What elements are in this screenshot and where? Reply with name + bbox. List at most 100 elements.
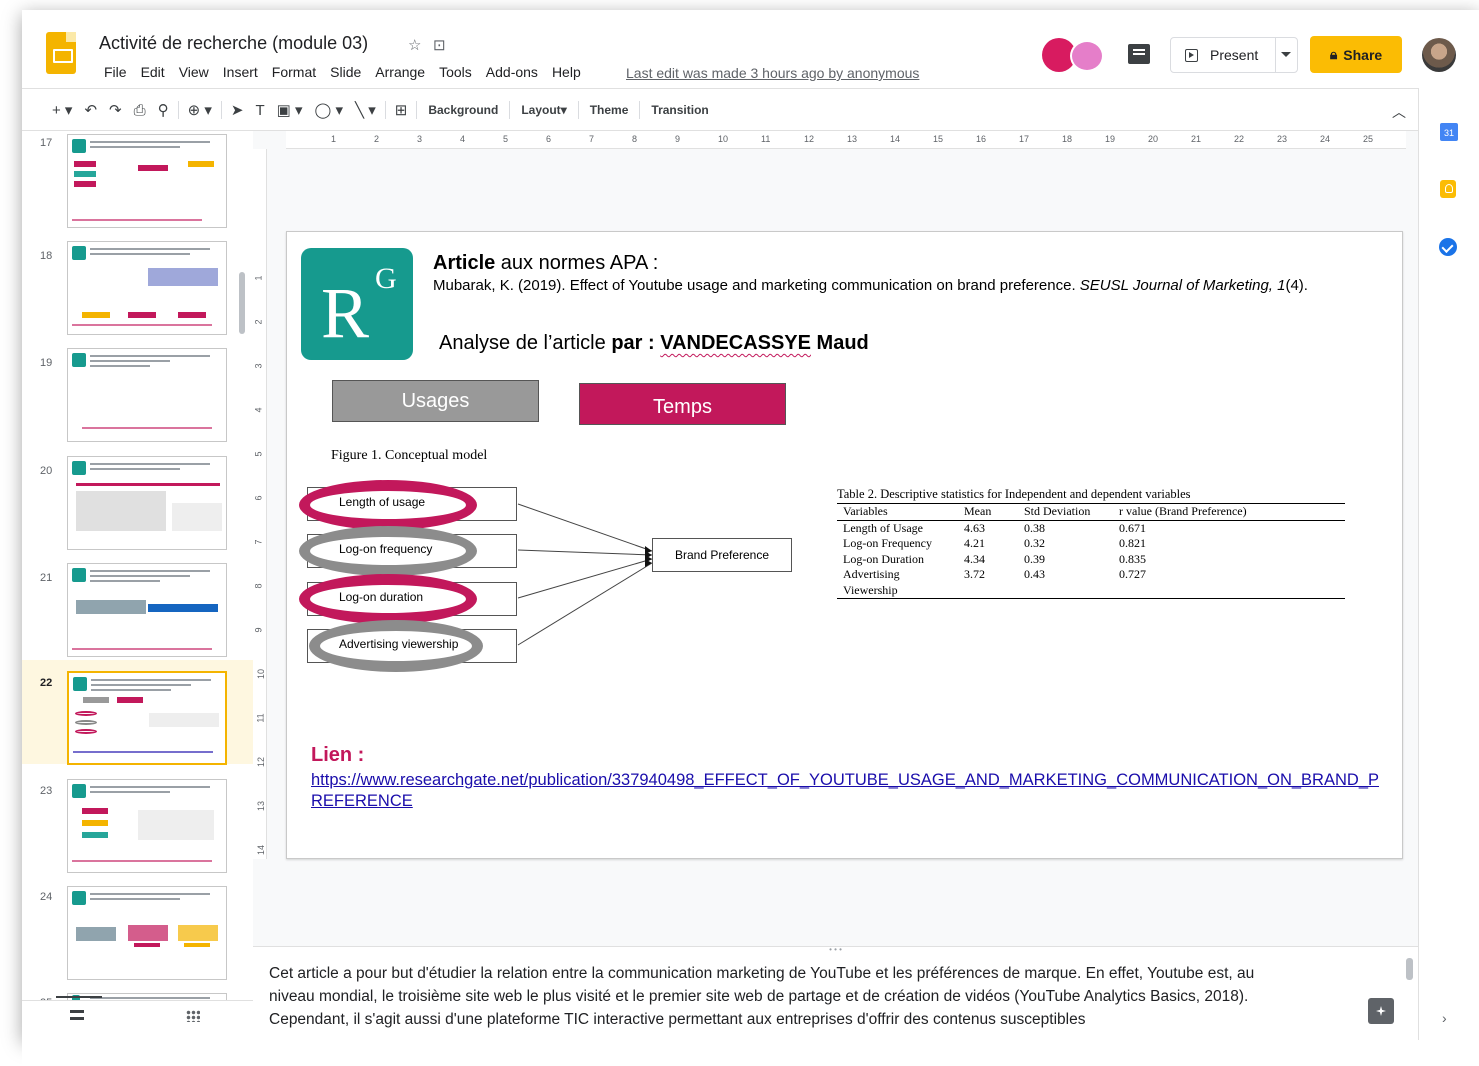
table-row: Advertising 3.72 0.43 0.727 [837, 567, 1345, 583]
move-folder-icon[interactable]: ⊡ [433, 36, 446, 54]
ruler-tick-label: 17 [1019, 134, 1030, 144]
grid-view-icon[interactable] [186, 1010, 200, 1022]
toolbar-divider [416, 101, 418, 119]
slide-canvas[interactable]: R G Article aux normes APA : Mubarak, K.… [286, 231, 1403, 859]
view-selected-underline [56, 996, 102, 998]
slides-logo-icon[interactable] [46, 32, 76, 74]
menu-tools[interactable]: Tools [432, 64, 479, 80]
toolbar-divider [577, 101, 579, 119]
reference-journal: SEUSL Journal of Marketing, 1 [1079, 277, 1286, 294]
menu-format[interactable]: Format [265, 64, 323, 80]
shape-icon[interactable]: ◯ ▾ [309, 101, 349, 119]
filmstrip-view-switcher [22, 1000, 253, 1040]
slide-thumbnail[interactable] [67, 563, 227, 657]
new-slide-icon[interactable]: + ▾ [46, 101, 78, 119]
share-button[interactable]: 🔒︎ Share [1310, 36, 1402, 73]
text-box-icon[interactable]: T [249, 102, 270, 119]
ruler-tick-label: 11 [761, 134, 771, 144]
notes-scrollbar[interactable] [1406, 958, 1413, 980]
slide-thumbnail[interactable] [67, 348, 227, 442]
menu-edit[interactable]: Edit [134, 64, 172, 80]
article-heading-rest: aux normes APA : [495, 252, 659, 274]
redo-icon[interactable]: ↷ [103, 101, 128, 119]
slide-number: 21 [40, 572, 53, 584]
undo-icon[interactable]: ↶ [78, 101, 103, 119]
menu-addons[interactable]: Add-ons [479, 64, 545, 80]
comment-add-icon[interactable]: ⊞ [389, 101, 414, 119]
user-avatar[interactable] [1422, 38, 1456, 72]
chevron-right-icon[interactable]: › [1442, 1010, 1447, 1026]
article-heading: Article aux normes APA : [433, 252, 658, 275]
print-icon[interactable]: ⎙ [128, 102, 152, 119]
slide-thumbnail[interactable] [67, 241, 227, 335]
chevron-down-icon[interactable] [1281, 52, 1291, 57]
slide-number: 19 [40, 357, 53, 369]
slide-filmstrip[interactable]: 17 18 19 20 21 22 23 24 [22, 131, 253, 1011]
researchgate-logo: R G [301, 248, 413, 360]
menu-insert[interactable]: Insert [216, 64, 265, 80]
line-icon[interactable]: ╲ ▾ [349, 101, 382, 119]
menu-help[interactable]: Help [545, 64, 588, 80]
table-title: Table 2. Descriptive statistics for Inde… [837, 487, 1345, 504]
usages-box[interactable]: Usages [332, 380, 539, 422]
calendar-icon[interactable]: 31 [1440, 123, 1458, 141]
temps-box[interactable]: Temps [579, 383, 786, 425]
slide-thumbnail[interactable] [67, 456, 227, 550]
link-label: Lien : [311, 744, 365, 766]
theme-button[interactable]: Theme [582, 103, 637, 117]
ruler-tick-label: 4 [460, 134, 466, 144]
filmstrip-view-icon[interactable] [70, 1010, 84, 1020]
table-cell: 0.39 [1024, 551, 1045, 566]
background-button[interactable]: Background [420, 103, 506, 117]
model-label-advertising: Advertising viewership [339, 637, 459, 651]
layout-button[interactable]: Layout▾ [513, 103, 574, 117]
slide-thumbnail-selected[interactable] [67, 671, 227, 765]
menu-file[interactable]: File [97, 64, 134, 80]
star-icon[interactable]: ☆ [408, 36, 421, 54]
toolbar: + ▾ ↶ ↷ ⎙ ⚲ ⊕ ▾ ➤ T ▣ ▾ ◯ ▾ ╲ ▾ ⊞ Backgr… [46, 96, 1412, 124]
menu-view[interactable]: View [172, 64, 216, 80]
slide-thumbnail[interactable] [67, 779, 227, 873]
table-header-cell: Std Deviation [1024, 504, 1091, 518]
table-cell: Viewership [843, 582, 898, 597]
ruler-tick-label: 18 [1062, 134, 1073, 144]
keep-icon[interactable] [1440, 180, 1456, 198]
tasks-icon[interactable] [1439, 238, 1457, 256]
slides-window: Activité de recherche (module 03) ☆ ⊡ Fi… [22, 10, 1479, 1040]
collaborator-avatar[interactable] [1070, 40, 1104, 72]
reference-text: Mubarak, K. (2019). Effect of Youtube us… [433, 277, 1080, 294]
zoom-icon[interactable]: ⊕ ▾ [182, 101, 218, 119]
paint-format-icon[interactable]: ⚲ [152, 101, 175, 119]
model-label-length: Length of usage [339, 495, 426, 509]
table-cell: 0.821 [1119, 536, 1146, 550]
menu-arrange[interactable]: Arrange [368, 64, 432, 80]
notes-resize-handle[interactable]: • • • [253, 946, 1418, 954]
speaker-notes[interactable]: Cet article a pour but d'étudier la rela… [269, 962, 1301, 1032]
table-cell: 4.34 [964, 551, 985, 566]
analyse-par: par : [611, 332, 661, 354]
vertical-ruler[interactable]: 1 2 3 4 5 6 7 8 9 10 11 12 13 14 [253, 149, 267, 859]
last-edit-link[interactable]: Last edit was made 3 hours ago by anonym… [626, 65, 919, 81]
toolbar-divider [220, 101, 222, 119]
menu-slide[interactable]: Slide [323, 64, 368, 80]
present-button[interactable]: Present [1170, 37, 1298, 73]
table-header-cell: Variables [843, 504, 888, 518]
select-icon[interactable]: ➤ [225, 101, 250, 119]
image-icon[interactable]: ▣ ▾ [271, 101, 309, 119]
horizontal-ruler[interactable]: 1 2 3 4 5 6 7 8 9 10 11 12 13 14 15 16 17 18 19 20 21 22 23 24 2… [286, 131, 1406, 149]
filmstrip-scrollbar[interactable] [239, 272, 245, 334]
comments-icon[interactable] [1128, 44, 1150, 64]
slide-number: 18 [40, 250, 53, 262]
collapse-menus-icon[interactable]: ︿ [1392, 102, 1406, 122]
researchgate-link[interactable]: https://www.researchgate.net/publication… [311, 770, 1379, 812]
analysis-author-line: Analyse de l’article par : VANDECASSYE M… [439, 332, 869, 355]
transition-button[interactable]: Transition [643, 103, 716, 117]
ruler-tick-label: 7 [253, 539, 264, 545]
collaborator-avatars[interactable] [1042, 38, 1114, 72]
document-title[interactable]: Activité de recherche (module 03) [99, 33, 368, 54]
slide-thumbnail[interactable] [67, 886, 227, 980]
menu-bar: File Edit View Insert Format Slide Arran… [97, 64, 588, 80]
logo-letter-g: G [375, 262, 397, 295]
slide-thumbnail[interactable] [67, 134, 227, 228]
explore-icon[interactable] [1368, 998, 1394, 1024]
